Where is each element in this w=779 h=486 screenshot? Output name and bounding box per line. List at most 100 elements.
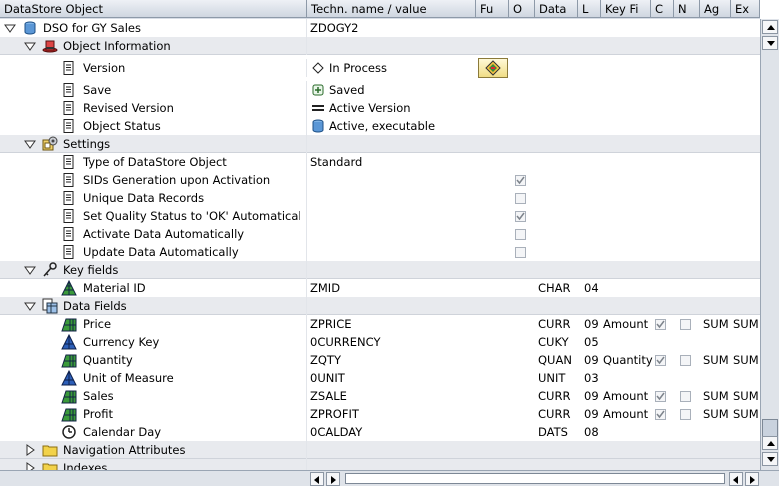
horizontal-scrollbar[interactable]	[0, 470, 779, 486]
column-header-keyfi[interactable]: Key Fi	[601, 0, 651, 18]
version-status-button[interactable]	[478, 58, 508, 78]
expand-open-icon[interactable]	[24, 300, 36, 312]
column-header-n[interactable]: N	[674, 0, 700, 18]
column-divider	[306, 117, 307, 135]
column-header-o[interactable]: O	[509, 0, 535, 18]
technical-name: ZDOGY2	[310, 21, 359, 35]
scroll-up-button[interactable]	[762, 20, 778, 34]
field-length: 08	[584, 425, 599, 439]
column-header-object[interactable]: DataStore Object	[0, 0, 307, 18]
tree-node-settings[interactable]: Settings	[0, 135, 760, 153]
checkmark-icon	[516, 176, 525, 185]
row-label: Activate Data Automatically	[83, 227, 245, 241]
cumulative-checkbox[interactable]	[655, 391, 666, 402]
tree-node-navigation-attributes[interactable]: Navigation Attributes	[0, 441, 760, 459]
tree-row[interactable]: Unique Data Records	[0, 189, 760, 207]
column-divider	[306, 153, 307, 171]
scroll-up-button-bottom[interactable]	[762, 436, 778, 450]
technical-name: 0CALDAY	[310, 425, 363, 439]
tree-row[interactable]: Set Quality Status to 'OK' Automatically	[0, 207, 760, 225]
row-label: Object Status	[83, 119, 161, 133]
expand-open-icon[interactable]	[4, 22, 16, 34]
scroll-down-button-top[interactable]	[762, 36, 778, 50]
setting-checkbox[interactable]	[515, 211, 526, 222]
column-header-tech[interactable]: Techn. name / value	[307, 0, 476, 18]
cumulative-checkbox[interactable]	[655, 319, 666, 330]
column-header-fu[interactable]: Fu	[476, 0, 509, 18]
tree-row[interactable]: Version In Process	[0, 59, 760, 77]
cumulative-checkbox[interactable]	[655, 409, 666, 420]
horizontal-scroll-thumb[interactable]	[345, 473, 725, 484]
row-label: Data Fields	[63, 299, 127, 313]
cylinder-icon	[312, 119, 324, 133]
expand-open-icon[interactable]	[24, 40, 36, 52]
tree-row[interactable]: Save Saved	[0, 81, 760, 99]
tree-row[interactable]: Update Data Automatically	[0, 243, 760, 261]
scroll-left-button-right[interactable]	[729, 472, 743, 486]
expand-closed-icon[interactable]	[24, 444, 36, 456]
row-label: Set Quality Status to 'OK' Automatically	[83, 209, 300, 223]
setting-checkbox[interactable]	[515, 247, 526, 258]
arrow-up-icon	[767, 25, 775, 30]
row-label: Currency Key	[83, 335, 160, 349]
tree-node-key-fields[interactable]: Key fields	[0, 261, 760, 279]
column-header-c[interactable]: C	[651, 0, 674, 18]
tree-row[interactable]: Revised Version Active Version	[0, 99, 760, 117]
tree-row[interactable]: Profit ZPROFIT CURR 09 Amount SUM SUM	[0, 405, 760, 423]
noncumulative-checkbox[interactable]	[680, 319, 691, 330]
tree-row[interactable]: Material ID ZMID CHAR 04	[0, 279, 760, 297]
property-value: Active Version	[329, 101, 411, 115]
field-length: 09	[584, 389, 599, 403]
property-value: Active, executable	[329, 119, 436, 133]
noncumulative-checkbox[interactable]	[680, 355, 691, 366]
tree-node-indexes[interactable]: Indexes	[0, 459, 760, 470]
tree-row[interactable]: SIDs Generation upon Activation	[0, 171, 760, 189]
scroll-right-button[interactable]	[745, 472, 759, 486]
cumulative-checkbox[interactable]	[655, 355, 666, 366]
scroll-right-button-left[interactable]	[326, 472, 340, 486]
vertical-scrollbar[interactable]	[760, 19, 779, 470]
checkmark-icon	[656, 320, 665, 329]
setting-checkbox[interactable]	[515, 229, 526, 240]
key-figure-type: Amount	[603, 407, 649, 421]
data-type: QUAN	[538, 353, 572, 367]
tree-row[interactable]: Currency Key 0CURRENCY CUKY 05	[0, 333, 760, 351]
tree-row[interactable]: Price ZPRICE CURR 09 Amount SUM SUM	[0, 315, 760, 333]
expand-closed-icon[interactable]	[24, 462, 36, 470]
scroll-left-button[interactable]	[310, 472, 324, 486]
noncumulative-checkbox[interactable]	[680, 409, 691, 420]
row-label: Sales	[83, 389, 114, 403]
tree-node-dso-for-gy-sales[interactable]: DSO for GY Sales ZDOGY2	[0, 19, 760, 37]
tree-row[interactable]: Activate Data Automatically	[0, 225, 760, 243]
scroll-down-button[interactable]	[762, 452, 778, 466]
column-header-ex[interactable]: Ex	[731, 0, 760, 18]
column-header-data[interactable]: Data	[535, 0, 578, 18]
data-type: CHAR	[538, 281, 571, 295]
expand-open-icon[interactable]	[24, 138, 36, 150]
document-icon	[63, 191, 74, 205]
tree-row[interactable]: Type of DataStore Object Standard	[0, 153, 760, 171]
noncumulative-checkbox[interactable]	[680, 391, 691, 402]
setting-checkbox[interactable]	[515, 175, 526, 186]
column-header-ag[interactable]: Ag	[700, 0, 731, 18]
exception-aggregation: SUM	[733, 317, 759, 331]
column-header-l[interactable]: L	[578, 0, 601, 18]
tree-row[interactable]: Object Status Active, executable	[0, 117, 760, 135]
column-header-bar: DataStore Object Techn. name / value Fu O Da…	[0, 0, 760, 19]
tree-row[interactable]: Sales ZSALE CURR 09 Amount SUM SUM	[0, 387, 760, 405]
row-label: Key fields	[63, 263, 119, 277]
tree-row[interactable]: Quantity ZQTY QUAN 09 Quantity SUM SUM	[0, 351, 760, 369]
key-icon	[43, 262, 57, 277]
tree-row[interactable]: Unit of Measure 0UNIT UNIT 03	[0, 369, 760, 387]
column-divider	[306, 99, 307, 117]
expand-open-icon[interactable]	[24, 264, 36, 276]
diamond-icon	[312, 62, 324, 74]
column-divider	[306, 423, 307, 441]
tree-row[interactable]: Calendar Day 0CALDAY DATS 08	[0, 423, 760, 441]
tree-node-data-fields[interactable]: Data Fields	[0, 297, 760, 315]
clock-icon	[62, 425, 76, 439]
tree-node-object-information[interactable]: Object Information	[0, 37, 760, 55]
row-label: Quantity	[83, 353, 133, 367]
setting-checkbox[interactable]	[515, 193, 526, 204]
field-length: 04	[584, 281, 599, 295]
